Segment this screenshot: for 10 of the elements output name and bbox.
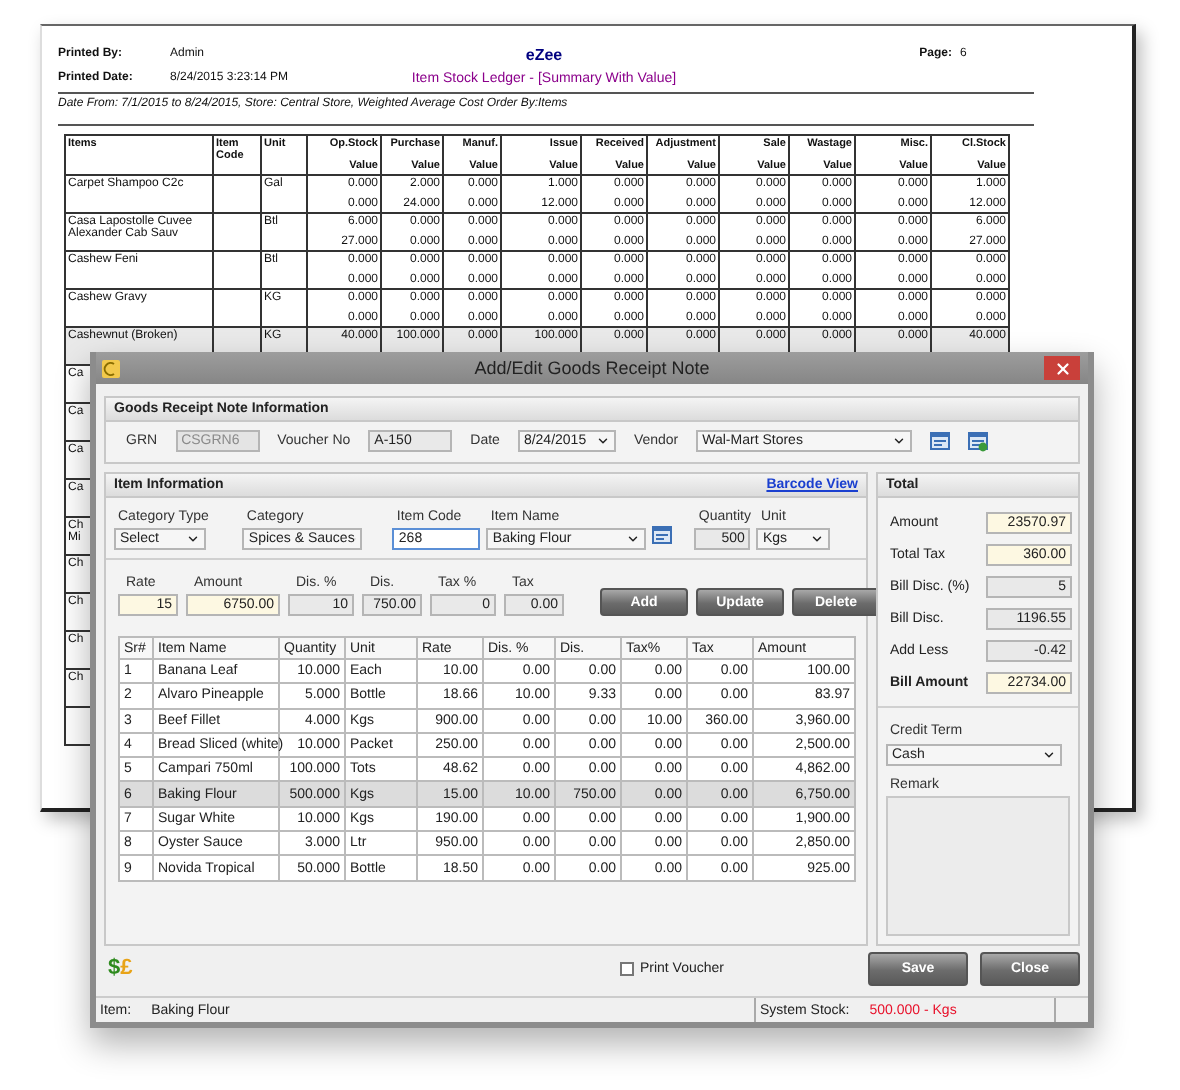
app-icon [102,359,120,377]
list-icon[interactable] [930,431,951,451]
close-icon [1053,359,1071,377]
list-icon[interactable] [652,526,673,546]
remark-field[interactable] [886,796,1070,936]
company-name: eZee [523,45,565,63]
currency-logo: $£ [108,956,133,980]
close-button[interactable] [1044,356,1080,380]
add-icon[interactable] [968,431,989,451]
window-title: Add/Edit Goods Receipt Note [472,358,712,378]
